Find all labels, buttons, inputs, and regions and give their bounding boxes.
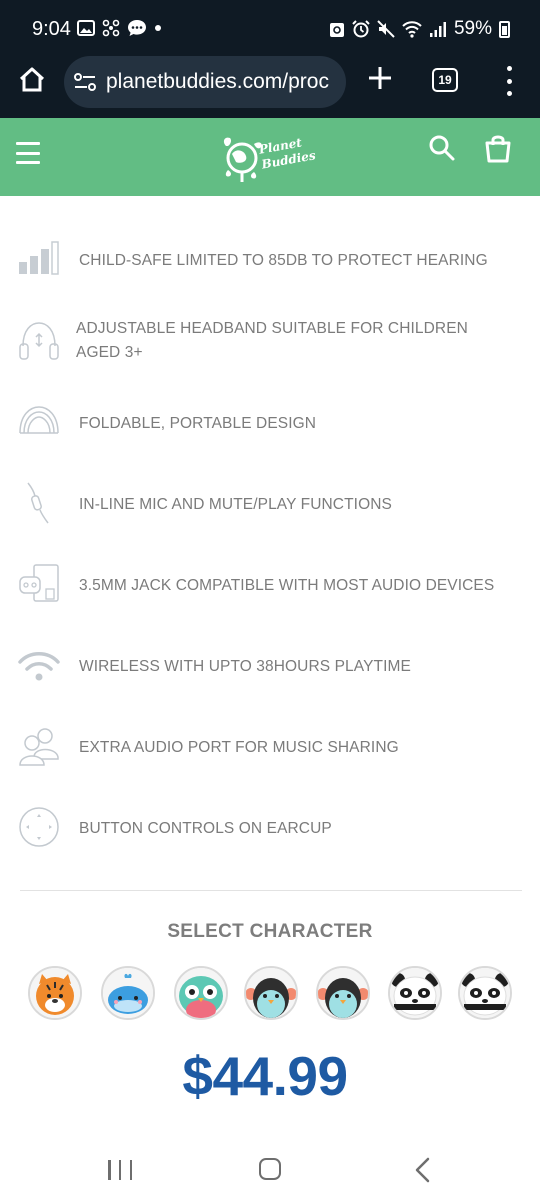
feature-item: ADJUSTABLE HEADBAND SUITABLE FOR CHILDRE… [0,320,540,380]
browser-chrome: 9:04 59% planetbuddies.com/proc 19 [0,0,540,118]
address-bar[interactable]: planetbuddies.com/proc [64,56,346,108]
volume-bars-icon [19,241,59,275]
tab-switcher-button[interactable]: 19 [432,68,458,92]
alarm-icon [352,20,370,38]
browser-menu-icon[interactable] [504,66,514,96]
home-button[interactable] [16,64,48,96]
character-swatch-owl[interactable] [174,966,228,1020]
wireless-icon [18,652,60,681]
feature-text: WIRELESS WITH UPTO 38HOURS PLAYTIME [79,658,411,675]
penguin-icon [318,968,368,1018]
system-nav-bar [0,1140,540,1200]
feature-text: BUTTON CONTROLS ON EARCUP [79,820,332,837]
brand-logo[interactable]: Planet Buddies [220,128,330,186]
character-swatch-penguin[interactable] [244,966,298,1020]
url-text[interactable]: planetbuddies.com/proc [106,70,329,94]
character-swatches [28,966,518,1022]
search-icon[interactable] [428,134,456,162]
feature-text: ADJUSTABLE HEADBAND SUITABLE FOR CHILDRE… [76,320,468,361]
penguin-icon [246,968,296,1018]
chat-notification-icon [128,20,146,36]
tiger-icon [30,968,80,1018]
status-time: 9:04 [32,18,71,40]
character-swatch-tiger[interactable] [28,966,82,1020]
section-divider [20,890,522,891]
mute-icon [377,20,395,38]
battery-percent: 59% [453,18,492,39]
shopping-bag-icon[interactable] [484,133,512,163]
notification-icons [77,19,162,37]
brand-wordmark: Planet Buddies [257,135,317,172]
system-icons: 59% [329,18,510,40]
system-home-icon[interactable] [259,1158,281,1180]
site-settings-icon[interactable] [74,71,96,93]
character-swatch-panda-2[interactable] [458,966,512,1020]
devices-icon [19,564,59,602]
inline-mic-icon [27,482,49,524]
site-header: Planet Buddies [0,118,540,196]
character-swatch-whale[interactable] [101,966,155,1020]
wifi-status-icon [402,21,422,38]
gallery-notification-icon [77,20,95,36]
button-controls-icon [19,807,59,847]
recent-apps-icon[interactable] [108,1160,132,1180]
feature-item: WIRELESS WITH UPTO 38HOURS PLAYTIME [0,644,540,704]
feature-item: CHILD-SAFE LIMITED TO 85DB TO PROTECT HE… [0,240,540,300]
new-tab-icon[interactable] [366,64,394,92]
battery-icon [499,20,510,38]
back-icon[interactable] [412,1156,432,1184]
feature-text: IN-LINE MIC AND MUTE/PLAY FUNCTIONS [79,496,392,513]
feature-item: IN-LINE MIC AND MUTE/PLAY FUNCTIONS [0,482,540,542]
adjustable-headband-icon [19,322,59,360]
feature-text: CHILD-SAFE LIMITED TO 85DB TO PROTECT HE… [79,252,488,269]
feature-item: EXTRA AUDIO PORT FOR MUSIC SHARING [0,725,540,785]
foldable-headphones-icon [19,406,59,434]
turtle-globe-icon [223,137,262,182]
feature-item: FOLDABLE, PORTABLE DESIGN [0,403,540,463]
browser-toolbar: planetbuddies.com/proc 19 [0,52,540,112]
recycle-icon [329,23,344,37]
signal-icon [429,22,446,37]
home-icon [19,67,45,92]
panda-icon [390,968,440,1018]
users-icon [19,728,59,766]
owl-icon [176,968,226,1018]
dot-notification-icon [155,25,161,31]
select-character-title: SELECT CHARACTER [167,921,373,942]
feature-text: EXTRA AUDIO PORT FOR MUSIC SHARING [79,739,399,756]
feature-item: 3.5MM JACK COMPATIBLE WITH MOST AUDIO DE… [0,563,540,623]
whale-icon [103,968,153,1018]
feature-text: 3.5MM JACK COMPATIBLE WITH MOST AUDIO DE… [79,577,495,594]
status-bar: 9:04 59% [0,0,540,58]
pinwheel-notification-icon [102,19,120,37]
hamburger-menu-icon[interactable] [16,142,40,164]
character-swatch-panda[interactable] [388,966,442,1020]
feature-item: BUTTON CONTROLS ON EARCUP [0,806,540,866]
feature-text: FOLDABLE, PORTABLE DESIGN [79,415,317,432]
character-swatch-penguin-2[interactable] [316,966,370,1020]
panda-icon [460,968,510,1018]
product-price: $44.99 [182,1045,348,1107]
